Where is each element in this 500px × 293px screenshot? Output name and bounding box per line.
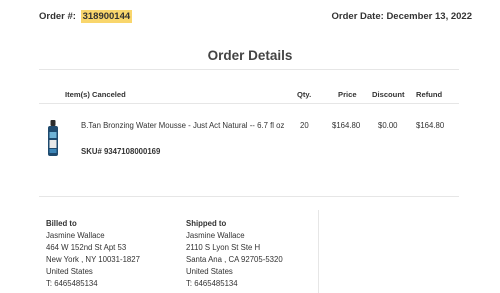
- table-row: B.Tan Bronzing Water Mousse - Just Act N…: [0, 116, 500, 166]
- order-date-label: Order Date:: [331, 11, 384, 22]
- billed-to-label: Billed to: [46, 219, 77, 228]
- billed-to-country: United States: [46, 267, 93, 276]
- row-refund: $164.80: [416, 121, 445, 130]
- row-price: $164.80: [332, 121, 361, 130]
- order-number-label: Order #:: [39, 11, 76, 22]
- address-divider: [39, 196, 459, 197]
- column-header-price: Price: [338, 90, 357, 99]
- order-details-page: Order #: 318900144 Order Date: December …: [0, 0, 500, 293]
- row-qty: 20: [300, 121, 309, 130]
- column-header-items: Item(s) Canceled: [65, 90, 126, 99]
- shipped-to-city: Santa Ana , CA 92705-5320: [186, 255, 283, 264]
- table-header-divider: [39, 103, 459, 104]
- product-sku: SKU# 9347108000169: [81, 147, 161, 156]
- shipped-to-street: 2110 S Lyon St Ste H: [186, 243, 261, 252]
- shipped-to-phone: T: 6465485134: [186, 279, 238, 288]
- billed-to-city: New York , NY 10031-1827: [46, 255, 140, 264]
- product-name: B.Tan Bronzing Water Mousse - Just Act N…: [81, 121, 285, 130]
- shipped-to-address: Shipped to Jasmine Wallace 2110 S Lyon S…: [186, 218, 283, 290]
- row-discount: $0.00: [378, 121, 398, 130]
- table-header: Item(s) Canceled Qty. Price Discount Ref…: [0, 90, 500, 102]
- product-bottle-icon: [48, 120, 58, 156]
- shipped-to-country: United States: [186, 267, 233, 276]
- billed-to-name: Jasmine Wallace: [46, 231, 105, 240]
- column-header-refund: Refund: [416, 90, 443, 99]
- billed-to-phone: T: 6465485134: [46, 279, 98, 288]
- order-date-value: December 13, 2022: [386, 11, 472, 22]
- billed-to-address: Billed to Jasmine Wallace 464 W 152nd St…: [46, 218, 140, 290]
- order-date: Order Date: December 13, 2022: [332, 11, 472, 22]
- address-column-divider: [318, 210, 319, 293]
- order-number-value: 318900144: [80, 10, 133, 23]
- page-title: Order Details: [207, 48, 293, 63]
- order-header: Order #: 318900144 Order Date: December …: [39, 10, 472, 26]
- order-number: Order #: 318900144: [39, 10, 133, 23]
- billed-to-street: 464 W 152nd St Apt 53: [46, 243, 127, 252]
- title-divider: [39, 69, 459, 70]
- shipped-to-label: Shipped to: [186, 219, 227, 228]
- column-header-qty: Qty.: [297, 90, 312, 99]
- column-header-discount: Discount: [372, 90, 405, 99]
- shipped-to-name: Jasmine Wallace: [186, 231, 245, 240]
